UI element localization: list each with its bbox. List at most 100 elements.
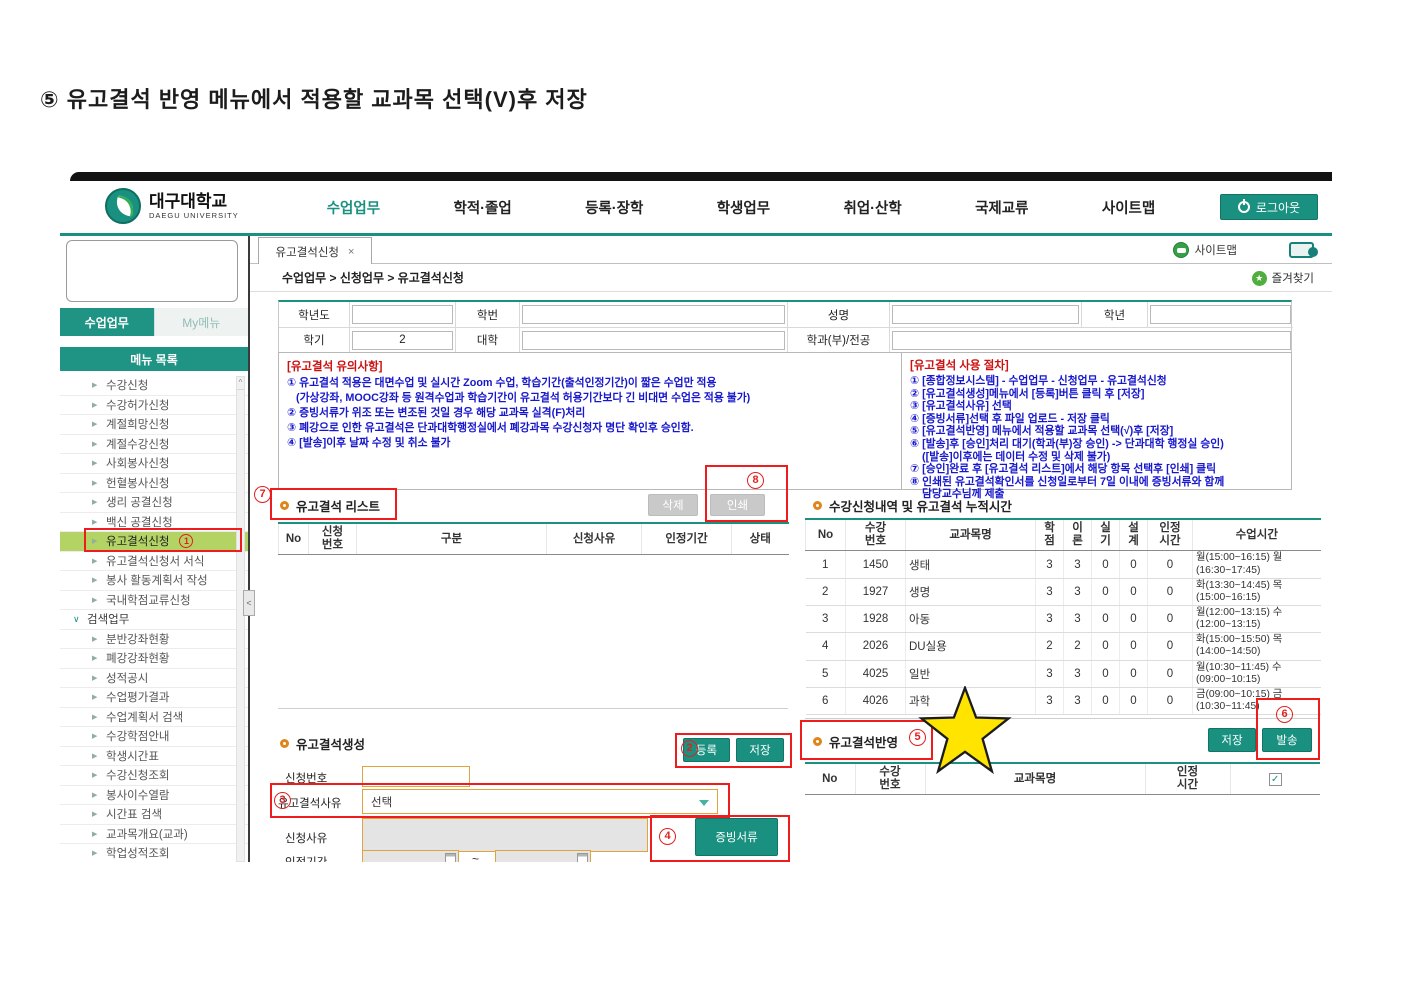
sidebar-menu-item[interactable]: ▶ 폐강강좌현황 (60, 649, 248, 669)
sidebar-menu-item[interactable]: ▶ 봉사 활동계획서 작성 (60, 571, 248, 591)
calendar-icon[interactable] (577, 853, 588, 862)
sidebar-menu-item[interactable]: ▶ 백신 공결신청 (60, 512, 248, 532)
submenu-arrow-icon: ▶ (92, 635, 98, 643)
period-start-input[interactable] (362, 850, 459, 862)
nav-item[interactable]: 취업·산학 (843, 197, 901, 218)
save-button-creation[interactable]: 저장 (736, 738, 784, 762)
table-row[interactable]: 4 2026 DU실용 2 2 0 0 0 화(15:00~15:50) 목(1… (805, 632, 1321, 661)
send-button[interactable]: 발송 (1262, 728, 1312, 752)
sidebar-menu-item[interactable]: ▶ 학생시간표 (60, 746, 248, 766)
grade-input[interactable] (1150, 305, 1291, 324)
sidebar-scrollbar[interactable]: ^ (236, 376, 245, 862)
sidebar-menu-item[interactable]: ▶ 유고결석신청 1 (60, 532, 248, 552)
sidebar-menu-item[interactable]: ▶ 봉사이수열람 (60, 785, 248, 805)
sidebar-tab-classwork[interactable]: 수업업무 (60, 308, 154, 336)
select-all-checkbox[interactable]: ✓ (1268, 772, 1282, 786)
sidebar-menu-item[interactable]: ▶ 생리 공결신청 (60, 493, 248, 513)
sidebar-menu-item-label: 계절수강신청 (106, 438, 170, 451)
sidebar-menu-item[interactable]: ▶ 성적공시 (60, 668, 248, 688)
notice-line: ② [유고결석생성]메뉴에서 [등록]버튼 클릭 후 [저장] (910, 387, 1145, 400)
evidence-button[interactable]: 증빙서류 (695, 818, 778, 856)
sidebar-tab-mymenu[interactable]: My메뉴 (153, 308, 248, 336)
sidebar-menu-item-label: 폐강강좌현황 (106, 653, 170, 666)
absence-list-section-title: 유고결석 리스트 (280, 492, 380, 518)
print-button[interactable]: 인쇄 (710, 494, 765, 516)
tab-close-icon[interactable]: × (348, 246, 354, 258)
annotation-3: 3 (274, 792, 291, 809)
sidebar-menu-item[interactable]: ▶ 교과목개요(교과) (60, 824, 248, 844)
sitemap-shortcut[interactable]: 사이트맵 (1172, 236, 1237, 264)
calendar-icon[interactable] (445, 853, 456, 862)
creation-section-title: 유고결석생성 (280, 730, 365, 756)
logout-button[interactable]: 로그아웃 (1220, 194, 1318, 220)
notice-line: ⑦ [승인]완료 후 [유고결석 리스트]에서 해당 항목 선택후 [인쇄] 클… (910, 463, 1217, 476)
submenu-arrow-icon: ▶ (92, 694, 98, 702)
sidebar-menu-item[interactable]: ∨ 검색업무 (60, 610, 248, 630)
year-input[interactable] (352, 305, 453, 324)
sidebar-menu-item[interactable]: ▶ 수강신청 (60, 376, 248, 396)
sidebar-menu-item[interactable]: ▶ 국내학점교류신청 (60, 590, 248, 610)
nav-item[interactable]: 사이트맵 (1102, 197, 1155, 218)
student-id-input[interactable] (522, 305, 785, 324)
save-button-reflection[interactable]: 저장 (1208, 728, 1256, 752)
department-input[interactable] (892, 330, 1291, 350)
nav-item[interactable]: 학적·졸업 (453, 197, 511, 218)
nav-item[interactable]: 국제교류 (975, 197, 1028, 218)
field-label-grade: 학년 (1081, 302, 1147, 327)
period-end-input[interactable] (495, 850, 591, 862)
scroll-up-arrow[interactable]: ^ (237, 377, 244, 390)
submenu-arrow-icon: ▶ (92, 713, 98, 721)
breadcrumb-bar: 수업업무 > 신청업무 > 유고결석신청 ★ 즐겨찾기 (250, 264, 1332, 292)
sidebar-menu-item[interactable]: ▶ 수강신청조회 (60, 766, 248, 786)
course-table: No 수강 번호 교과목명 학 점이 론실 기설 계 인정 시간 수업시간 1 1450 … (805, 518, 1321, 716)
submenu-arrow-icon: ▶ (92, 557, 98, 565)
field-label-department: 학과(부)/전공 (787, 327, 889, 352)
app-window: 대구대학교 DAEGU UNIVERSITY 수업업무 학적·졸업 등록·장학 학생업… (60, 172, 1332, 862)
apply-no-input[interactable] (362, 766, 470, 787)
sidebar-menu-item[interactable]: ▶ 사회봉사신청 (60, 454, 248, 474)
table-row[interactable]: 1 1450 생태 3 3 0 0 0 월(15:00~16:15) 월(16:… (805, 550, 1321, 579)
sidebar-menu-item[interactable]: ▶ 학업성적조회 (60, 844, 248, 862)
field-label-year: 학년도 (298, 309, 330, 322)
sidebar-menu-item[interactable]: ▶ 수업평가결과 (60, 688, 248, 708)
notice-left-lines: ① 유고결석 적용은 대면수업 및 실시간 Zoom 수업, 학습기간(출석인정… (287, 376, 893, 451)
table-row[interactable]: 2 1927 생명 3 3 0 0 0 화(13:30~14:45) 목(15:… (805, 578, 1321, 607)
sidebar-menu-item-label: 분반강좌현황 (106, 633, 170, 646)
nav-item[interactable]: 학생업무 (717, 197, 770, 218)
submenu-arrow-icon: ▶ (92, 791, 98, 799)
sidebar-menu-item[interactable]: ▶ 유고결석신청서 서식 (60, 551, 248, 571)
submenu-arrow-icon: ▶ (92, 655, 98, 663)
sidebar-menu: ▶ 수강신청 ▶ 수강허가신청 ▶ 계절희망신청 ▶ 계절수강신청 ▶ 사회봉사… (60, 376, 248, 862)
sidebar: 수업업무 My메뉴 메뉴 목록 ▶ 수강신청 ▶ 수강허가신청 ▶ 계절희망신청… (60, 236, 250, 862)
absence-reason-select[interactable]: 선택 (362, 789, 718, 814)
table-row[interactable]: 6 4026 과학 3 3 0 0 0 금(09:00~10:15) 금(10:… (805, 687, 1321, 716)
sidebar-menu-item[interactable]: ▶ 계절수강신청 (60, 434, 248, 454)
sidebar-menu-item[interactable]: ▶ 계절희망신청 (60, 415, 248, 435)
sidebar-collapse-handle[interactable]: < (243, 590, 255, 616)
sidebar-menu-item[interactable]: ▶ 헌혈봉사신청 (60, 473, 248, 493)
table-row[interactable]: 5 4025 일반 3 3 0 0 0 월(10:30~11:45) 수(09:… (805, 660, 1321, 688)
column-header: 학 점 (1035, 518, 1064, 552)
document-tab-bar: 유고결석신청 × 사이트맵 (250, 236, 1332, 265)
tab-absence-application[interactable]: 유고결석신청 × (258, 237, 372, 265)
window-exit-icon[interactable] (1289, 242, 1318, 258)
name-input[interactable] (892, 305, 1079, 324)
sidebar-menu-item[interactable]: ▶ 수강허가신청 (60, 395, 248, 415)
sidebar-menu-item[interactable]: ▶ 분반강좌현황 (60, 629, 248, 649)
favorites-shortcut[interactable]: ★ 즐겨찾기 (1251, 264, 1314, 292)
nav-item[interactable]: 수업업무 (327, 197, 380, 218)
apply-reason-textarea[interactable] (362, 818, 648, 852)
sidebar-menu-item-label: 수강학점안내 (106, 731, 170, 744)
column-header: 수강 번호 (854, 762, 925, 796)
table-row[interactable]: 3 1928 아동 3 3 0 0 0 월(12:00~13:15) 수(12:… (805, 605, 1321, 634)
sidebar-menu-item[interactable]: ▶ 시간표 검색 (60, 805, 248, 825)
sidebar-menu-item[interactable]: ▶ 수업계획서 검색 (60, 707, 248, 727)
student-info-form: 학년도 학번 성명 학년 학기 2 대학 학과(부)/전공 (278, 300, 1293, 353)
college-input[interactable] (522, 330, 785, 350)
sidebar-menu-item[interactable]: ▶ 수강학점안내 (60, 727, 248, 747)
reflection-table: No 수강 번호 교과목명 인정 시간 ✓ (805, 762, 1320, 796)
delete-button[interactable]: 삭제 (648, 494, 698, 516)
submenu-arrow-icon: ▶ (92, 850, 98, 858)
sidebar-menu-item-label: 헌혈봉사신청 (106, 477, 170, 490)
nav-item[interactable]: 등록·장학 (585, 197, 643, 218)
